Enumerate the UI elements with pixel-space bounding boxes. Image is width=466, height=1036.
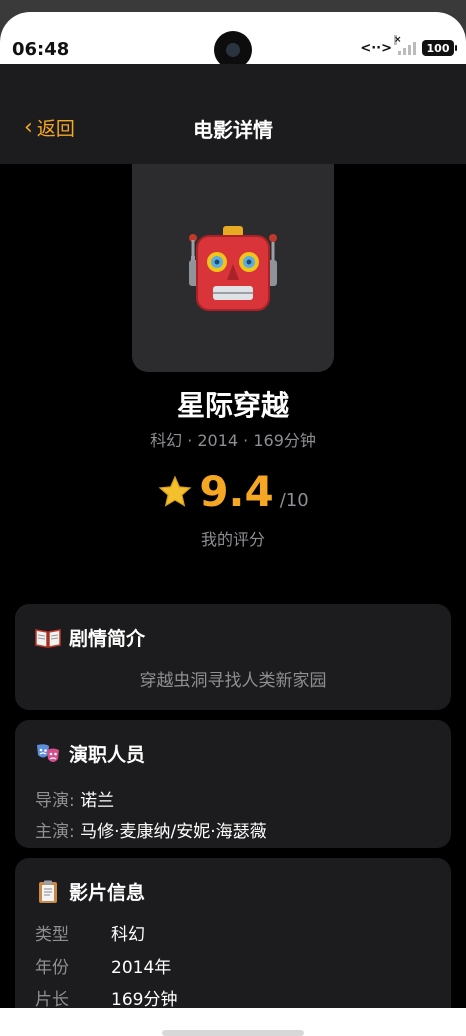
director-value: 诺兰 bbox=[80, 791, 115, 811]
info-value: 169分钟 bbox=[111, 990, 178, 1010]
robot-icon bbox=[189, 226, 277, 311]
stars-row: 主演: 马修·麦康纳/安妮·海瑟薇 bbox=[35, 817, 267, 842]
director-row: 导演: 诺兰 bbox=[35, 786, 114, 811]
info-header: 影片信息 bbox=[35, 878, 145, 905]
synopsis-text: 穿越虫洞寻找人类新家园 bbox=[139, 671, 327, 691]
app-screen: 06:48 <··> × 100 ‹ 返回 电影详情 星际穿越 科幻 · 201… bbox=[0, 12, 466, 1022]
cast-header: 演职人员 bbox=[35, 740, 145, 767]
network-activity-icon: <··> bbox=[360, 40, 392, 56]
rating-value: 9.4 bbox=[199, 467, 274, 516]
clipboard-icon bbox=[39, 880, 57, 903]
info-label: 片长 bbox=[35, 990, 69, 1010]
info-heading: 影片信息 bbox=[69, 882, 146, 904]
synopsis-heading: 剧情简介 bbox=[69, 628, 146, 650]
info-row-year: 年份 2014年 bbox=[35, 953, 171, 978]
signal-icon: × bbox=[394, 35, 416, 55]
book-icon bbox=[35, 628, 61, 648]
synopsis-card: 剧情简介 穿越虫洞寻找人类新家园 bbox=[15, 604, 451, 710]
director-label: 导演: bbox=[35, 791, 75, 811]
status-icons: <··> × 100 bbox=[360, 35, 457, 56]
synopsis-header: 剧情简介 bbox=[35, 624, 145, 651]
status-time: 06:48 bbox=[12, 39, 70, 60]
cast-heading: 演职人员 bbox=[69, 744, 146, 766]
info-label: 年份 bbox=[35, 958, 69, 978]
rating-max: /10 bbox=[279, 490, 309, 511]
theater-masks-icon bbox=[37, 743, 59, 762]
rating-display: 9.4 /10 bbox=[0, 467, 466, 516]
movie-title: 星际穿越 bbox=[176, 389, 289, 422]
home-indicator[interactable] bbox=[162, 1030, 304, 1036]
info-label: 类型 bbox=[35, 925, 69, 945]
info-row-duration: 片长 169分钟 bbox=[35, 985, 177, 1010]
phone-frame: 06:48 <··> × 100 ‹ 返回 电影详情 星际穿越 科幻 · 201… bbox=[0, 0, 466, 1036]
my-rating-button[interactable]: 我的评分 bbox=[0, 526, 466, 550]
nav-bar: ‹ 返回 电影详情 bbox=[0, 64, 466, 164]
stars-label: 主演: bbox=[35, 822, 75, 842]
info-value: 科幻 bbox=[111, 925, 145, 945]
stars-value: 马修·麦康纳/安妮·海瑟薇 bbox=[80, 822, 267, 842]
status-bar: 06:48 <··> × 100 bbox=[0, 12, 466, 69]
info-value: 2014年 bbox=[111, 958, 172, 978]
battery-icon: 100 bbox=[422, 40, 457, 56]
info-row-genre: 类型 科幻 bbox=[35, 920, 145, 945]
movie-poster bbox=[132, 164, 334, 372]
star-icon bbox=[158, 475, 192, 507]
page-title: 电影详情 bbox=[193, 118, 273, 142]
info-card: 影片信息 类型 科幻 年份 2014年 片长 169分钟 bbox=[15, 858, 451, 1022]
movie-meta: 科幻 · 2014 · 169分钟 bbox=[150, 431, 316, 450]
cast-card: 演职人员 导演: 诺兰 主演: 马修·麦康纳/安妮·海瑟薇 bbox=[15, 720, 451, 848]
